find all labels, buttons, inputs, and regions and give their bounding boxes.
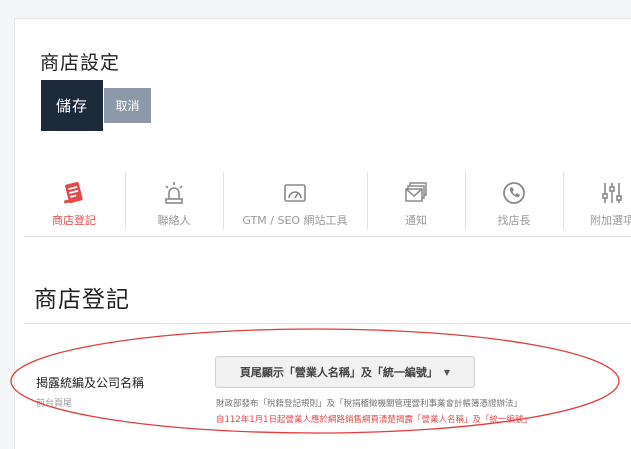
warning-text: 自112年1月1日起營業人應於網路銷售網頁清楚揭露「營業人名稱」及「統一編號」: [216, 415, 533, 425]
tab-contact[interactable]: 聯絡人: [126, 168, 222, 234]
tab-label: GTM / SEO 網站工具: [242, 214, 348, 227]
tab-label: 聯絡人: [157, 214, 191, 227]
field-label: 揭露統編及公司名稱: [36, 376, 145, 390]
field-sublabel: 前台頁尾: [36, 399, 73, 409]
tab-label: 附加選項: [590, 214, 631, 227]
section-divider: [24, 323, 631, 324]
page-title: 商店設定: [40, 52, 121, 74]
cancel-button[interactable]: 取消: [104, 88, 151, 123]
store-register-icon: [59, 178, 89, 208]
select-value: 頁尾顯示「營業人名稱」及「統一編號」: [239, 366, 438, 379]
tab-gtm-seo[interactable]: GTM / SEO 網站工具: [224, 168, 366, 234]
save-button[interactable]: 儲存: [41, 80, 103, 131]
tab-notifications[interactable]: 通知: [368, 168, 464, 234]
help-text: 財政部發布「稅籍登記規則」及「稅捐稽徵機關管理營利事業會計帳簿憑證辦法」: [216, 399, 523, 409]
web-tool-icon: [280, 178, 310, 208]
tabs-divider: [24, 236, 631, 237]
display-option-select[interactable]: 頁尾顯示「營業人名稱」及「統一編號」 ▼: [215, 356, 475, 388]
tab-label: 通知: [405, 214, 427, 227]
section-title: 商店登記: [34, 287, 130, 313]
tab-label: 商店登記: [52, 214, 96, 227]
alarm-light-icon: [159, 178, 189, 208]
tab-add-ons[interactable]: 附加選項: [564, 168, 631, 234]
caret-down-icon: ▼: [443, 367, 451, 377]
settings-tabs: 商店登記 聯絡人 GTM / SEO 網站工具 通知 找店長 附加選項: [24, 168, 631, 234]
sliders-icon: [597, 178, 627, 208]
tab-find-manager[interactable]: 找店長: [466, 168, 562, 234]
phone-icon: [499, 178, 529, 208]
mail-stack-icon: [401, 178, 431, 208]
tab-label: 找店長: [497, 214, 531, 227]
tab-store-register[interactable]: 商店登記: [24, 168, 124, 234]
